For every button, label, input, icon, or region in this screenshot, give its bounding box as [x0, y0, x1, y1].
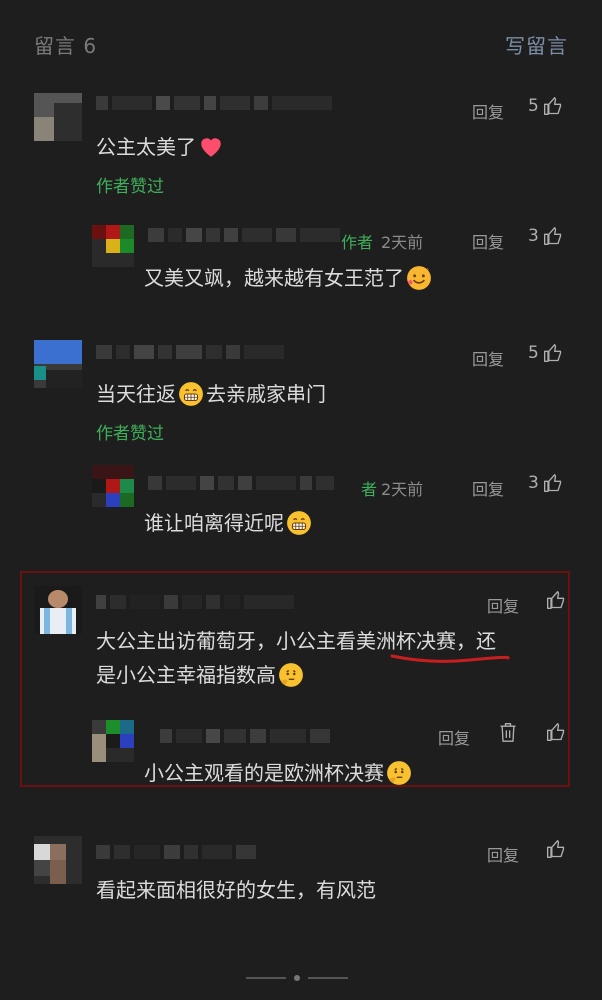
author-name-blurred [160, 729, 330, 743]
page-indicator [246, 975, 348, 981]
write-comment-button[interactable]: 写留言 [505, 30, 568, 59]
highlighted-phrase: 美洲杯决赛 [356, 629, 456, 653]
reply-text: 小公主观看的是欧洲杯决赛 [144, 756, 414, 790]
reply-button[interactable]: 回复 [487, 842, 519, 866]
author-tag: 者 [361, 480, 378, 499]
grin-emoji [179, 382, 203, 406]
reply-button[interactable]: 回复 [472, 346, 504, 370]
comment-text: 当天往返 去亲戚家串门 [96, 382, 326, 406]
smiling-hearts-emoji [407, 266, 431, 290]
red-underline-annotation [390, 654, 510, 663]
timestamp: 2天前 [381, 480, 424, 499]
thinking-emoji [387, 761, 411, 785]
thinking-emoji [279, 663, 303, 687]
reply-button[interactable]: 回复 [472, 476, 504, 500]
reply-text: 又美又飒，越来越有女王范了 [144, 261, 434, 295]
thumbs-up-icon [543, 97, 561, 116]
author-name-blurred [96, 595, 294, 609]
like-button[interactable] [546, 839, 566, 859]
like-count: 5 [528, 343, 539, 363]
like-button[interactable]: 5 [528, 96, 563, 116]
avatar[interactable] [34, 586, 82, 634]
thumbs-up-icon [543, 227, 561, 245]
thumbs-up-icon [547, 840, 565, 858]
avatar[interactable] [34, 836, 82, 884]
like-count: 3 [528, 226, 539, 246]
page-indicator-bar [308, 977, 348, 979]
avatar[interactable] [92, 465, 134, 507]
avatar[interactable] [92, 225, 134, 267]
thumbs-up-icon [547, 591, 565, 609]
avatar[interactable] [92, 720, 134, 762]
like-count: 3 [528, 473, 539, 493]
author-name-blurred [96, 345, 284, 359]
reply-button[interactable]: 回复 [472, 99, 504, 123]
author-name-blurred [96, 845, 256, 859]
page-title: 留言 6 [34, 34, 98, 58]
author-name-blurred [96, 96, 332, 110]
thumbs-up-icon [547, 723, 565, 741]
reply-button[interactable]: 回复 [487, 593, 519, 617]
comment-text: 公主太美了 [96, 130, 226, 164]
like-button[interactable] [546, 722, 566, 742]
comment-text: 看起来面相很好的女生，有风范 [96, 878, 376, 902]
like-button[interactable]: 3 [528, 226, 563, 246]
author-name-blurred [148, 476, 334, 490]
like-count: 5 [528, 96, 539, 116]
avatar[interactable] [34, 93, 82, 141]
trash-icon[interactable] [498, 721, 518, 743]
author-liked-badge: 作者赞过 [96, 177, 164, 197]
grin-emoji [287, 511, 311, 535]
thumbs-up-icon [543, 344, 561, 362]
avatar[interactable] [34, 340, 82, 388]
page-indicator-bar [246, 977, 286, 979]
author-name-blurred [148, 228, 340, 242]
page-indicator-dot [294, 975, 300, 981]
author-liked-badge: 作者赞过 [96, 424, 164, 444]
reply-text: 谁让咱离得近呢 [144, 506, 314, 540]
reply-button[interactable]: 回复 [472, 229, 504, 253]
like-button[interactable]: 5 [528, 343, 563, 363]
author-tag: 作者 [341, 233, 374, 252]
reply-button[interactable]: 回复 [438, 725, 470, 749]
like-button[interactable]: 3 [528, 473, 563, 493]
like-button[interactable] [546, 590, 566, 610]
heart-emoji [201, 138, 221, 157]
timestamp: 2天前 [381, 233, 424, 252]
thumbs-up-icon [543, 474, 561, 492]
